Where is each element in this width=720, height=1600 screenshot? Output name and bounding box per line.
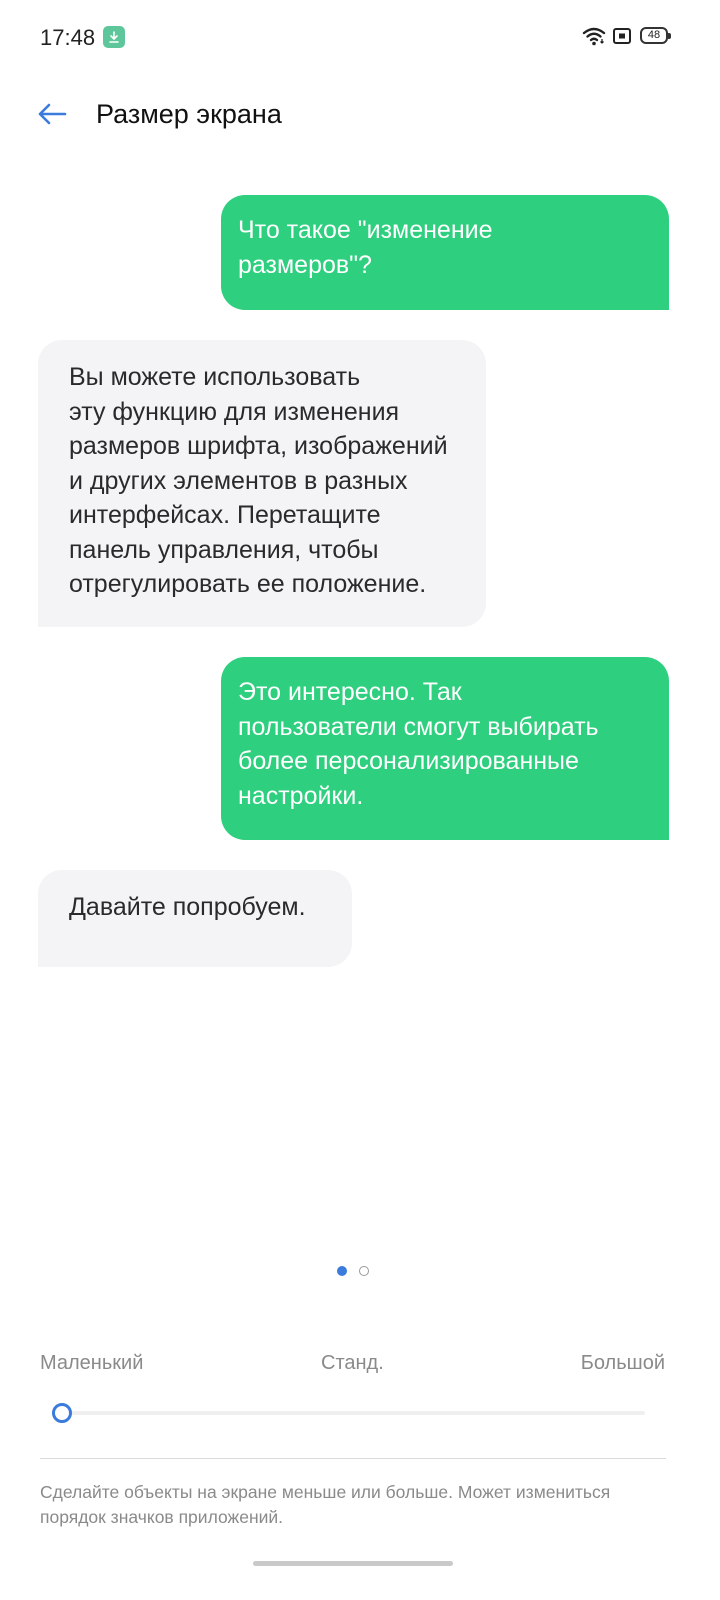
size-slider-thumb[interactable] [52, 1403, 72, 1423]
chat-bubble-incoming: Вы можете использовать эту функцию для и… [38, 340, 486, 627]
sim-icon [613, 28, 631, 49]
battery-icon: 48 [640, 27, 671, 44]
description-text: Сделайте объекты на экране меньше или бо… [40, 1482, 611, 1527]
size-slider-track[interactable] [62, 1411, 645, 1415]
size-label-standard: Станд. [321, 1352, 384, 1374]
page-title: Размер экрана [96, 99, 282, 129]
size-label-small: Маленький [40, 1352, 144, 1374]
chat-bubble-outgoing: Это интересно. Так пользователи смогут в… [221, 657, 669, 840]
divider [40, 1458, 666, 1459]
download-icon [103, 26, 125, 48]
size-label-large: Большой [580, 1352, 665, 1374]
battery-level: 48 [647, 29, 661, 41]
home-indicator[interactable] [253, 1561, 453, 1566]
wifi-icon [582, 26, 606, 51]
pager-dot-active[interactable] [337, 1266, 347, 1276]
chat-bubble-incoming: Давайте попробуем. [38, 870, 352, 967]
status-time: 17:48 [40, 25, 96, 50]
pager-dot[interactable] [359, 1266, 369, 1276]
back-arrow-icon[interactable] [34, 96, 70, 132]
status-bar: 17:48 48 [0, 0, 720, 76]
chat-bubble-outgoing: Что такое "изменение размеров"? [221, 195, 669, 310]
